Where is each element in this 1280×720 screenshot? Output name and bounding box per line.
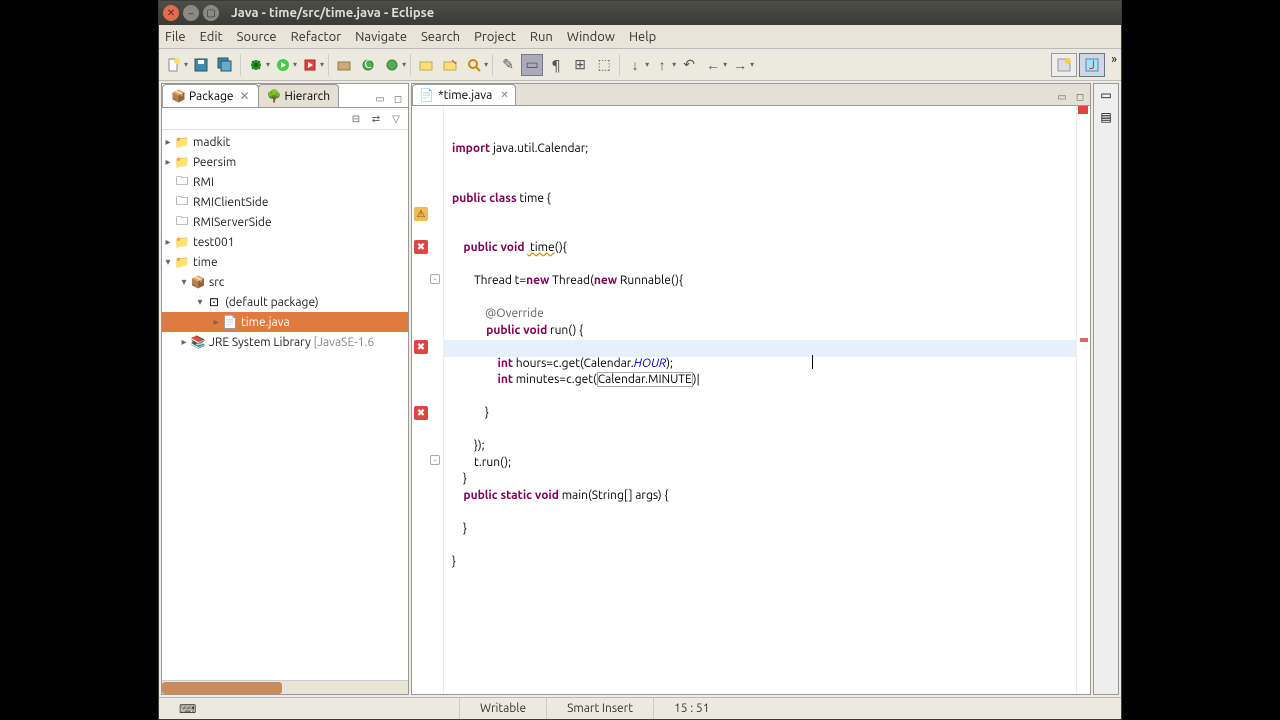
menu-project[interactable]: Project bbox=[474, 30, 516, 44]
prev-annotation-button[interactable]: ↑ bbox=[651, 54, 673, 76]
file-time-java[interactable]: ▸📄time.java bbox=[162, 312, 408, 332]
java-perspective-button[interactable]: J bbox=[1079, 53, 1105, 77]
close-editor-tab-icon[interactable]: ✕ bbox=[500, 89, 508, 101]
toggle-mark-button[interactable]: ✎ bbox=[497, 54, 519, 76]
close-window-button[interactable]: ✕ bbox=[163, 5, 179, 21]
overview-error-mark[interactable] bbox=[1080, 338, 1088, 342]
toggle-whitespace-button[interactable]: ¶ bbox=[545, 54, 567, 76]
fold-marker[interactable]: - bbox=[430, 274, 440, 284]
new-package-button[interactable] bbox=[333, 54, 355, 76]
text-caret bbox=[812, 355, 813, 369]
menu-search[interactable]: Search bbox=[421, 30, 460, 44]
main-toolbar: ▾ ▾ ▾ ▾ C ▾ ▾ ✎ ▭ ¶ ⊞ ⬚ ↓▾ ↑▾ ↶ ←▾ →▾ J … bbox=[159, 49, 1121, 81]
maximize-view-icon[interactable]: ◻ bbox=[390, 91, 406, 107]
collapse-all-icon[interactable]: ⊟ bbox=[348, 111, 364, 127]
hierarchy-icon: 🌳 bbox=[267, 89, 282, 103]
block-selection-button[interactable]: ⊞ bbox=[569, 54, 591, 76]
close-tab-icon[interactable]: ✕ bbox=[240, 89, 250, 103]
svg-text:C: C bbox=[364, 58, 372, 71]
warning-marker[interactable]: ⚠ bbox=[414, 207, 428, 221]
overview-error-top[interactable] bbox=[1078, 106, 1088, 114]
menu-window[interactable]: Window bbox=[567, 30, 615, 44]
project-peersim[interactable]: ▸📁Peersim bbox=[162, 152, 408, 172]
menu-navigate[interactable]: Navigate bbox=[355, 30, 407, 44]
tree-hscrollbar[interactable] bbox=[162, 680, 408, 694]
menu-refactor[interactable]: Refactor bbox=[291, 30, 342, 44]
status-cursor-position: 15 : 51 bbox=[653, 698, 730, 719]
error-marker-2[interactable]: ✖ bbox=[414, 340, 428, 354]
last-edit-button[interactable]: ↶ bbox=[678, 54, 700, 76]
status-writable: Writable bbox=[459, 698, 546, 719]
toggle-breadcrumb-button[interactable]: ▭ bbox=[521, 54, 543, 76]
code-area[interactable]: import java.util.Calendar; public class … bbox=[444, 106, 1076, 694]
package-explorer-tree[interactable]: ▸📁madkit ▸📁Peersim 🗀RMI 🗀RMIClientSide 🗀… bbox=[162, 130, 408, 680]
minimize-view-icon[interactable]: ▭ bbox=[372, 91, 388, 107]
project-time[interactable]: ▾📁time bbox=[162, 252, 408, 272]
project-rmiclient[interactable]: 🗀RMIClientSide bbox=[162, 192, 408, 212]
tab-package-explorer[interactable]: 📦 Package ✕ bbox=[162, 84, 259, 107]
new-class-button[interactable]: C bbox=[357, 54, 379, 76]
fold-marker-2[interactable]: - bbox=[430, 455, 440, 465]
error-marker[interactable]: ✖ bbox=[414, 240, 428, 254]
outline-view-icon[interactable]: ▤ bbox=[1100, 110, 1111, 124]
editor-tab-label: *time.java bbox=[438, 89, 492, 102]
back-button[interactable]: ← bbox=[702, 54, 724, 76]
editor-gutter[interactable]: ⚠ ✖ - ✖ ✖ - bbox=[412, 106, 444, 694]
java-file-icon: 📄 bbox=[419, 88, 434, 102]
debug-button[interactable] bbox=[245, 54, 267, 76]
show-whitespace-button[interactable]: ⬚ bbox=[593, 54, 615, 76]
project-test001[interactable]: ▸📁test001 bbox=[162, 232, 408, 252]
default-package[interactable]: ▾⊡(default package) bbox=[162, 292, 408, 312]
new-button[interactable] bbox=[163, 54, 185, 76]
folder-src[interactable]: ▾📦src bbox=[162, 272, 408, 292]
tab-hierarchy-label: Hierarch bbox=[285, 90, 331, 103]
menu-help[interactable]: Help bbox=[629, 30, 656, 44]
project-madkit[interactable]: ▸📁madkit bbox=[162, 132, 408, 152]
menu-bar: File Edit Source Refactor Navigate Searc… bbox=[159, 25, 1121, 49]
run-button[interactable] bbox=[272, 54, 294, 76]
titlebar: ✕ – ▢ Java - time/src/time.java - Eclips… bbox=[159, 1, 1121, 25]
open-type-button[interactable] bbox=[415, 54, 437, 76]
maximize-editor-icon[interactable]: ◻ bbox=[1072, 89, 1088, 105]
tab-hierarchy[interactable]: 🌳 Hierarch bbox=[258, 84, 340, 107]
view-menu-icon[interactable]: ▽ bbox=[388, 111, 404, 127]
code-editor[interactable]: ⚠ ✖ - ✖ ✖ - import java.util.Calendar; p… bbox=[412, 106, 1090, 694]
svg-text:J: J bbox=[1089, 59, 1095, 72]
link-editor-icon[interactable]: ⇄ bbox=[368, 111, 384, 127]
open-task-button[interactable] bbox=[439, 54, 461, 76]
menu-file[interactable]: File bbox=[165, 30, 186, 44]
project-rmiserver[interactable]: 🗀RMIServerSide bbox=[162, 212, 408, 232]
status-insert-mode: Smart Insert bbox=[546, 698, 653, 719]
maximize-window-button[interactable]: ▢ bbox=[203, 5, 219, 21]
overview-ruler[interactable] bbox=[1076, 106, 1090, 694]
forward-button[interactable]: → bbox=[729, 54, 751, 76]
menu-edit[interactable]: Edit bbox=[200, 30, 223, 44]
menu-source[interactable]: Source bbox=[237, 30, 277, 44]
new-type-button[interactable] bbox=[381, 54, 403, 76]
external-tools-button[interactable] bbox=[299, 54, 321, 76]
minimize-editor-icon[interactable]: ▭ bbox=[1054, 89, 1070, 105]
fast-view-bar: ▭ ▤ bbox=[1093, 83, 1119, 695]
minimize-window-button[interactable]: – bbox=[183, 5, 199, 21]
open-perspective-button[interactable] bbox=[1051, 53, 1077, 77]
save-button[interactable] bbox=[190, 54, 212, 76]
editor-tab-time-java[interactable]: 📄 *time.java ✕ bbox=[412, 84, 516, 105]
error-marker-3[interactable]: ✖ bbox=[414, 406, 428, 420]
package-icon: 📦 bbox=[171, 89, 186, 103]
status-bar: ⌨ Writable Smart Insert 15 : 51 bbox=[159, 697, 1121, 719]
next-annotation-button[interactable]: ↓ bbox=[624, 54, 646, 76]
toolbar-overflow-icon[interactable]: » bbox=[1111, 53, 1117, 66]
save-all-button[interactable] bbox=[214, 54, 236, 76]
tab-package-label: Package bbox=[189, 90, 234, 103]
window-title: Java - time/src/time.java - Eclipse bbox=[231, 6, 434, 20]
menu-run[interactable]: Run bbox=[530, 30, 553, 44]
project-rmi[interactable]: 🗀RMI bbox=[162, 172, 408, 192]
restore-view-icon[interactable]: ▭ bbox=[1100, 88, 1111, 102]
search-button[interactable] bbox=[463, 54, 485, 76]
jre-library[interactable]: ▸📚JRE System Library [JavaSE-1.6 bbox=[162, 332, 408, 352]
status-keyboard: ⌨ bbox=[159, 698, 459, 719]
